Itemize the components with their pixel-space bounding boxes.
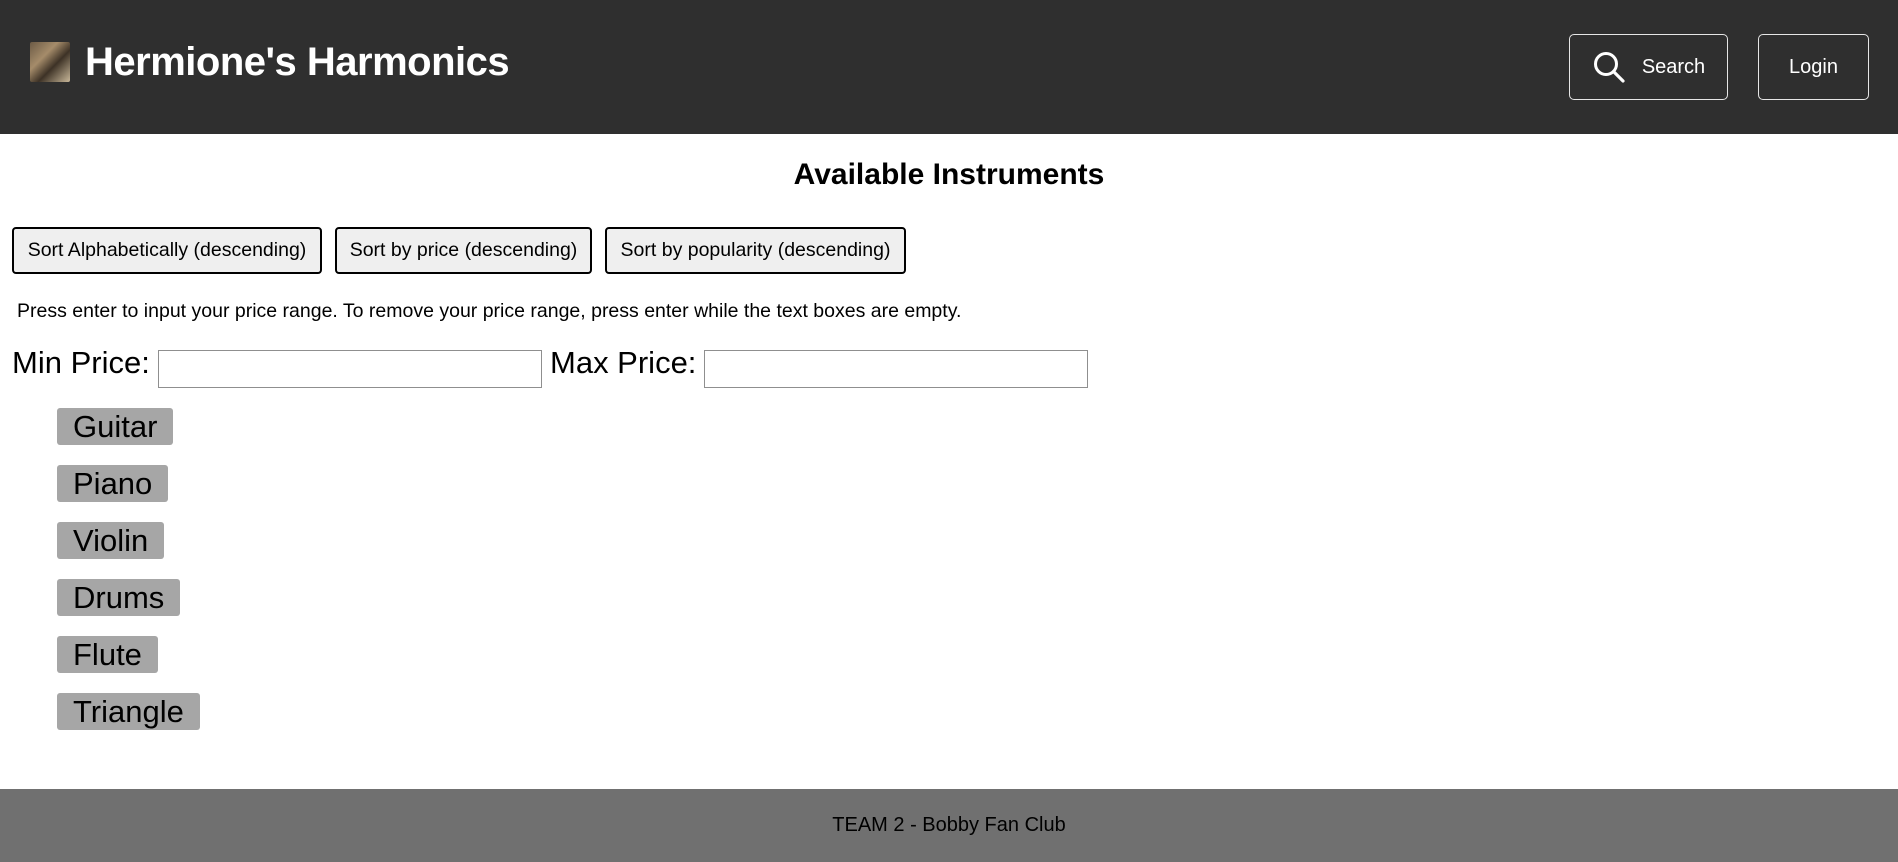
sort-price-button[interactable]: Sort by price (descending) <box>335 227 592 274</box>
search-icon <box>1593 52 1625 83</box>
min-price-input[interactable] <box>158 350 542 388</box>
login-button-label: Login <box>1789 55 1838 78</box>
instrument-item-flute[interactable]: Flute <box>57 636 158 673</box>
page-title: Available Instruments <box>793 158 1105 191</box>
search-button[interactable]: Search <box>1569 34 1728 100</box>
search-button-label: Search <box>1641 55 1706 78</box>
sort-alphabetical-button[interactable]: Sort Alphabetically (descending) <box>12 227 322 274</box>
logo-image <box>30 42 70 82</box>
max-price-input[interactable] <box>704 350 1088 388</box>
sort-popularity-button[interactable]: Sort by popularity (descending) <box>605 227 906 274</box>
price-range-hint: Press enter to input your price range. T… <box>17 300 962 322</box>
max-price-label: Max Price: <box>550 345 697 380</box>
instrument-item-guitar[interactable]: Guitar <box>57 408 174 445</box>
top-header: Hermione's Harmonics Search Login <box>0 0 1898 134</box>
footer-text: TEAM 2 - Bobby Fan Club <box>832 814 1066 836</box>
min-price-label: Min Price: <box>12 345 150 380</box>
login-button[interactable]: Login <box>1758 34 1869 100</box>
site-title[interactable]: Hermione's Harmonics <box>85 40 510 85</box>
instrument-item-triangle[interactable]: Triangle <box>57 693 200 730</box>
page-footer: TEAM 2 - Bobby Fan Club <box>0 789 1898 862</box>
instrument-item-violin[interactable]: Violin <box>57 522 165 559</box>
instrument-list: Guitar Piano Violin Drums Flute Triangle <box>57 408 200 750</box>
instrument-item-piano[interactable]: Piano <box>57 465 169 502</box>
instrument-item-drums[interactable]: Drums <box>57 579 181 616</box>
